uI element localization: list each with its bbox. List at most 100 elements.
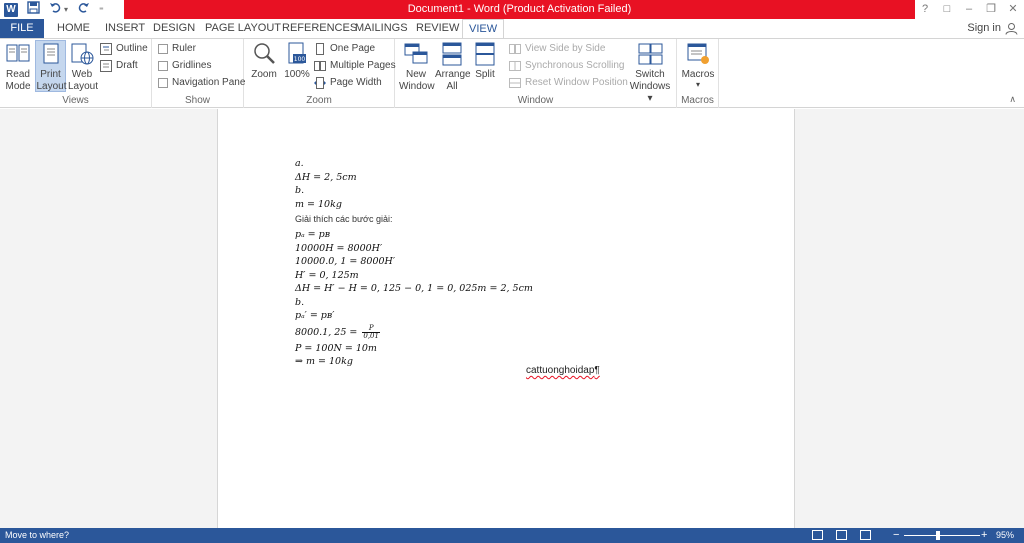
- arrange-all-button[interactable]: Arrange All: [435, 41, 471, 93]
- customize-qat-icon[interactable]: ⁼: [99, 1, 104, 19]
- tab-file[interactable]: FILE: [0, 19, 44, 38]
- equation-line[interactable]: ΔH = H′ − H = 0, 125 − 0, 1 = 0, 025m = …: [295, 282, 715, 296]
- page-width-icon: [314, 77, 326, 89]
- sign-in-link[interactable]: Sign in: [967, 22, 1001, 34]
- new-window-label: New Window: [399, 69, 435, 92]
- page-width-button[interactable]: Page Width: [314, 75, 382, 91]
- macros-group-label: Macros: [681, 95, 714, 106]
- split-button[interactable]: Split: [471, 41, 499, 81]
- equation-line[interactable]: pₐ′ = pʙ′: [295, 309, 715, 323]
- equation-line[interactable]: 10000.0, 1 = 8000H′: [295, 255, 715, 269]
- account-icon[interactable]: [1005, 22, 1018, 35]
- equation-line[interactable]: b.: [295, 296, 715, 310]
- word-logo-icon[interactable]: W: [4, 3, 18, 17]
- reset-window-position-button[interactable]: Reset Window Position: [509, 75, 628, 91]
- document-workspace[interactable]: a. ΔH = 2, 5cm b. m = 10kg Giải thích cá…: [0, 109, 1024, 528]
- one-page-button[interactable]: One Page: [314, 41, 375, 57]
- redo-icon[interactable]: [77, 1, 90, 19]
- collapse-ribbon-icon[interactable]: ∧: [1009, 94, 1016, 105]
- macros-button[interactable]: Macros ▾: [681, 41, 715, 89]
- arrange-all-label: Arrange All: [435, 69, 471, 92]
- document-body[interactable]: a. ΔH = 2, 5cm b. m = 10kg Giải thích cá…: [295, 157, 715, 369]
- equation-line[interactable]: H′ = 0, 125m: [295, 269, 715, 283]
- equation-line[interactable]: P = 100N = 10m: [295, 342, 715, 356]
- document-page[interactable]: a. ΔH = 2, 5cm b. m = 10kg Giải thích cá…: [217, 109, 795, 528]
- arrange-all-icon: [442, 42, 462, 66]
- zoom-button[interactable]: Zoom: [248, 41, 280, 81]
- read-mode-label: Read Mode: [5, 69, 31, 92]
- help-button[interactable]: ?: [914, 0, 936, 20]
- equation-lhs: 8000.1, 25 =: [295, 326, 361, 338]
- tab-view[interactable]: VIEW: [462, 19, 505, 39]
- ribbon-display-options-button[interactable]: □: [936, 0, 958, 20]
- zoom-slider-thumb[interactable]: [936, 531, 940, 540]
- synchronous-scrolling-button[interactable]: Synchronous Scrolling: [509, 58, 625, 74]
- multiple-pages-label: Multiple Pages: [330, 60, 396, 71]
- gridlines-checkbox[interactable]: Gridlines: [158, 58, 211, 74]
- zoom-100-label: 100%: [284, 69, 310, 80]
- navigation-pane-check-box[interactable]: [158, 78, 168, 88]
- zoom-out-button[interactable]: −: [893, 528, 899, 543]
- show-group-label: Show: [184, 95, 210, 106]
- tab-design[interactable]: DESIGN: [153, 19, 195, 38]
- equation-line[interactable]: a.: [295, 157, 715, 171]
- multiple-pages-button[interactable]: Multiple Pages: [314, 58, 396, 74]
- watermark-text[interactable]: cattuonghoidap¶: [526, 365, 600, 376]
- draft-button[interactable]: Draft: [100, 58, 138, 74]
- print-layout-icon: [43, 43, 58, 64]
- fraction: P 0,01: [362, 324, 380, 340]
- navigation-pane-checkbox[interactable]: Navigation Pane: [158, 75, 245, 91]
- web-layout-label: Web Layout: [68, 69, 99, 92]
- quick-access-toolbar: W ▾ ⁼: [4, 1, 104, 19]
- web-layout-button[interactable]: Web Layout: [67, 41, 99, 93]
- zoom-in-button[interactable]: +: [981, 528, 987, 543]
- views-group: Read Mode Print Layout Web Layout Outlin…: [0, 39, 152, 108]
- window-group-label: Window: [517, 95, 554, 106]
- ruler-check-box[interactable]: [158, 44, 168, 54]
- restore-button[interactable]: ❐: [980, 0, 1002, 20]
- navigation-pane-label: Navigation Pane: [172, 77, 246, 88]
- explanation-heading[interactable]: Giải thích các bước giải:: [295, 211, 715, 228]
- read-mode-button[interactable]: Read Mode: [3, 41, 33, 93]
- equation-line[interactable]: m = 10kg: [295, 198, 715, 212]
- print-layout-button[interactable]: Print Layout: [35, 40, 67, 92]
- macros-icon: [687, 43, 709, 64]
- tab-mailings[interactable]: MAILINGS: [355, 19, 408, 38]
- outline-button[interactable]: Outline: [100, 41, 148, 57]
- undo-dropdown-icon[interactable]: ▾: [64, 1, 68, 19]
- web-layout-view-icon[interactable]: [860, 530, 871, 540]
- equation-line[interactable]: 10000H = 8000H′: [295, 242, 715, 256]
- tab-insert[interactable]: INSERT: [105, 19, 145, 38]
- zoom-slider[interactable]: [904, 535, 980, 536]
- tab-review[interactable]: REVIEW: [416, 19, 459, 38]
- zoom-level[interactable]: 95%: [996, 528, 1014, 543]
- outline-icon: [100, 43, 112, 55]
- magnifier-icon: [254, 43, 275, 64]
- equation-line[interactable]: pₐ = pʙ: [295, 228, 715, 242]
- equation-line[interactable]: b.: [295, 184, 715, 198]
- new-window-button[interactable]: New Window: [399, 41, 435, 93]
- equation-line-fraction[interactable]: 8000.1, 25 = P 0,01: [295, 323, 715, 342]
- undo-icon[interactable]: [49, 1, 62, 19]
- split-icon: [475, 42, 495, 66]
- print-layout-view-icon[interactable]: [836, 530, 847, 540]
- equation-line[interactable]: ΔH = 2, 5cm: [295, 171, 715, 185]
- close-button[interactable]: ✕: [1002, 0, 1024, 20]
- zoom-100-button[interactable]: 100 100%: [282, 41, 312, 81]
- print-layout-label: Print Layout: [36, 69, 67, 92]
- multiple-pages-icon: [314, 61, 326, 71]
- tab-page-layout[interactable]: PAGE LAYOUT: [205, 19, 281, 38]
- save-icon[interactable]: [27, 1, 40, 19]
- view-side-by-side-button[interactable]: View Side by Side: [509, 41, 605, 57]
- synchronous-scrolling-label: Synchronous Scrolling: [525, 60, 625, 71]
- tab-references[interactable]: REFERENCES: [282, 19, 357, 38]
- page-width-label: Page Width: [330, 77, 382, 88]
- side-by-side-icon: [509, 44, 521, 54]
- read-mode-view-icon[interactable]: [812, 530, 823, 540]
- gridlines-check-box[interactable]: [158, 61, 168, 71]
- equation-line[interactable]: ⇒ m = 10kg: [295, 355, 715, 369]
- tab-home[interactable]: HOME: [57, 19, 90, 38]
- reset-position-icon: [509, 78, 521, 88]
- minimize-button[interactable]: –: [958, 0, 980, 20]
- ruler-checkbox[interactable]: Ruler: [158, 41, 196, 57]
